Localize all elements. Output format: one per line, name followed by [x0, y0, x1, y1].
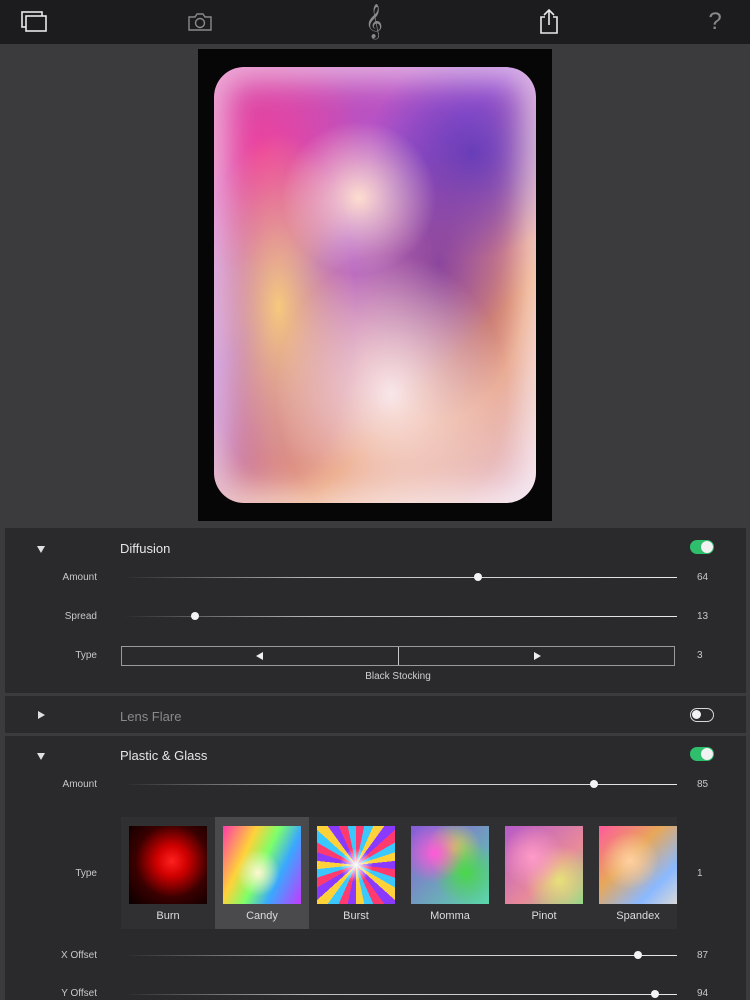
- preset-momma[interactable]: Momma: [403, 817, 497, 929]
- diffusion-panel: Diffusion Amount 64 Spread 13 Type 3 Bla…: [5, 528, 746, 693]
- y-offset-label: Y Offset: [61, 988, 97, 999]
- preset-name: Burn: [156, 910, 180, 922]
- top-toolbar: 𝄞 ?: [0, 0, 750, 44]
- lens-flare-toggle[interactable]: [690, 708, 714, 722]
- preset-name: Momma: [430, 910, 470, 922]
- plastic-glass-panel: Plastic & Glass Amount 85 Type Burn Cand…: [5, 736, 746, 1000]
- type-value: 1: [697, 868, 703, 879]
- slider-thumb[interactable]: [191, 612, 200, 620]
- type-name: Black Stocking: [365, 671, 431, 682]
- diffusion-spread-slider[interactable]: [123, 610, 677, 622]
- x-offset-label: X Offset: [61, 950, 97, 961]
- preset-thumbnail: [599, 826, 677, 904]
- next-type-icon[interactable]: [534, 652, 541, 660]
- plastic-glass-toggle[interactable]: [690, 747, 714, 761]
- slider-thumb[interactable]: [634, 951, 643, 959]
- preset-thumbnail: [317, 826, 395, 904]
- type-selector: [121, 646, 675, 666]
- x-offset-slider[interactable]: [123, 949, 677, 961]
- preset-burn[interactable]: Burn: [121, 817, 215, 929]
- photo-canvas: [0, 44, 750, 528]
- preset-pinot[interactable]: Pinot: [497, 817, 591, 929]
- diffusion-amount-slider[interactable]: [123, 571, 677, 583]
- y-offset-value: 94: [697, 988, 709, 999]
- treble-clef-icon[interactable]: 𝄞: [352, 0, 396, 44]
- type-label: Type: [75, 650, 97, 661]
- x-offset-value: 87: [697, 950, 709, 961]
- preset-burst[interactable]: Burst: [309, 817, 403, 929]
- lens-flare-panel: Lens Flare: [5, 696, 746, 733]
- slider-thumb[interactable]: [473, 573, 482, 581]
- slider-thumb[interactable]: [650, 990, 659, 998]
- type-value: 3: [697, 650, 703, 661]
- plastic-glass-title: Plastic & Glass: [120, 748, 208, 763]
- collapse-triangle-icon[interactable]: [37, 753, 45, 760]
- collapse-triangle-icon[interactable]: [37, 546, 45, 553]
- preset-name: Candy: [246, 910, 278, 922]
- diffusion-toggle[interactable]: [690, 540, 714, 554]
- preset-candy[interactable]: Candy: [215, 817, 309, 929]
- gallery-icon[interactable]: [12, 0, 56, 44]
- preset-name: Pinot: [531, 910, 557, 922]
- expand-triangle-icon[interactable]: [38, 711, 45, 719]
- y-offset-slider[interactable]: [123, 988, 677, 1000]
- preset-thumbnail: [505, 826, 583, 904]
- preset-thumbnail: [129, 826, 207, 904]
- diffusion-title: Diffusion: [120, 541, 171, 556]
- preset-name: Burst: [343, 910, 369, 922]
- spread-value: 13: [697, 611, 709, 622]
- previous-type-icon[interactable]: [256, 652, 263, 660]
- lens-flare-title: Lens Flare: [120, 709, 182, 724]
- preset-spandex[interactable]: Spandex: [591, 817, 677, 929]
- help-icon[interactable]: ?: [693, 0, 737, 44]
- preset-strip: Burn Candy Burst Momma Pinot Spandex: [121, 817, 677, 929]
- plastic-glass-amount-slider[interactable]: [123, 778, 677, 790]
- type-label: Type: [75, 868, 97, 879]
- spread-label: Spread: [64, 611, 97, 622]
- camera-icon[interactable]: [178, 0, 222, 44]
- share-icon[interactable]: [527, 0, 571, 44]
- amount-value: 85: [697, 779, 709, 790]
- amount-label: Amount: [62, 779, 97, 790]
- slider-thumb[interactable]: [589, 780, 598, 788]
- amount-label: Amount: [62, 572, 97, 583]
- photo-frame: [198, 49, 552, 521]
- preset-name: Spandex: [616, 910, 660, 922]
- amount-value: 64: [697, 572, 709, 583]
- edited-photo: [214, 67, 536, 503]
- preset-thumbnail: [223, 826, 301, 904]
- preset-thumbnail: [411, 826, 489, 904]
